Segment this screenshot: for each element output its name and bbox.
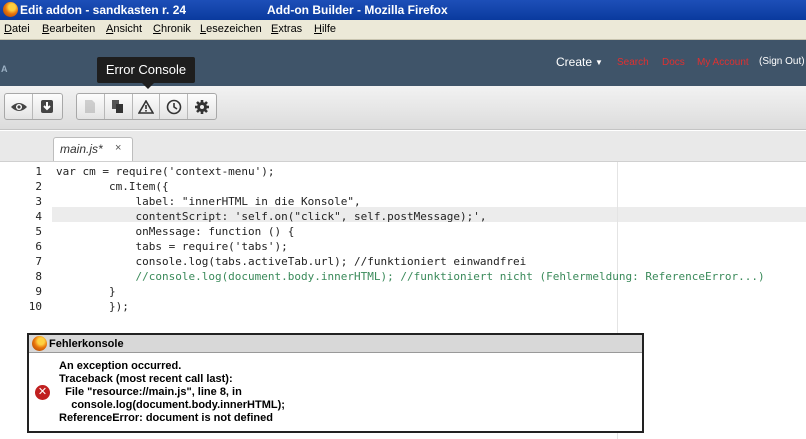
caret-down-icon: ▼ bbox=[595, 58, 603, 67]
browser-window: Edit addon - sandkasten r. 24 Add-on Bui… bbox=[0, 0, 806, 439]
code-line: cm.Item({ bbox=[56, 180, 169, 193]
download-icon bbox=[41, 100, 53, 113]
line-number: 9 bbox=[35, 285, 42, 298]
toolbar-group-tools bbox=[76, 93, 217, 120]
error-message-line: ReferenceError: document is not defined bbox=[59, 412, 273, 424]
copy-icon bbox=[112, 100, 124, 113]
code-line: onMessage: function () { bbox=[56, 225, 295, 238]
code-line: //console.log(document.body.innerHTML); … bbox=[56, 270, 765, 283]
download-button[interactable] bbox=[33, 94, 61, 119]
window-title: Edit addon - sandkasten r. 24 bbox=[20, 3, 187, 17]
menu-lesezeichen[interactable]: Lesezeichen bbox=[200, 23, 262, 35]
code-line: contentScript: 'self.on("click", self.po… bbox=[56, 210, 487, 223]
menu-extras[interactable]: Extras bbox=[271, 23, 302, 35]
line-number: 1 bbox=[35, 165, 42, 178]
new-file-button[interactable] bbox=[77, 94, 105, 119]
dialog-title-bar: Fehlerkonsole bbox=[29, 335, 642, 353]
close-icon[interactable]: × bbox=[115, 142, 121, 154]
line-number: 5 bbox=[35, 225, 42, 238]
code-line: tabs = require('tabs'); bbox=[56, 240, 288, 253]
revisions-button[interactable] bbox=[160, 94, 189, 119]
toolbar-group-view bbox=[4, 93, 63, 120]
warning-icon bbox=[137, 99, 154, 114]
line-number: 7 bbox=[35, 255, 42, 268]
document-icon bbox=[85, 100, 96, 113]
code-line: label: "innerHTML in die Konsole", bbox=[56, 195, 361, 208]
error-icon: ✕ bbox=[35, 385, 50, 400]
error-message-line: An exception occurred. bbox=[59, 360, 182, 372]
code-line: } bbox=[56, 285, 116, 298]
line-number: 10 bbox=[28, 300, 42, 313]
copy-button[interactable] bbox=[105, 94, 133, 119]
error-message-line: console.log(document.body.innerHTML); bbox=[59, 399, 285, 411]
code-line: var cm = require('context-menu'); bbox=[56, 165, 275, 178]
preview-button[interactable] bbox=[5, 94, 33, 119]
error-console-dialog: Fehlerkonsole ✕ An exception occurred. T… bbox=[27, 333, 644, 433]
header-edge-mark: A bbox=[1, 64, 8, 74]
firefox-icon bbox=[3, 2, 18, 17]
create-menu-button[interactable]: Create ▼ bbox=[556, 55, 603, 69]
error-console-button[interactable] bbox=[133, 94, 161, 119]
docs-link[interactable]: Docs bbox=[662, 57, 685, 68]
search-link[interactable]: Search bbox=[617, 57, 649, 68]
code-line: }); bbox=[56, 300, 129, 313]
menu-chronik[interactable]: Chronik bbox=[153, 23, 191, 35]
tab-label: main.js* bbox=[60, 142, 103, 156]
error-console-tooltip: Error Console bbox=[97, 57, 195, 89]
code-line: console.log(tabs.activeTab.url); //funkt… bbox=[56, 255, 527, 268]
menu-bar: Datei Bearbeiten Ansicht Chronik Lesezei… bbox=[0, 20, 806, 40]
menu-ansicht[interactable]: Ansicht bbox=[106, 23, 142, 35]
app-title: Add-on Builder - Mozilla Firefox bbox=[267, 3, 448, 17]
gear-icon bbox=[195, 99, 210, 114]
firefox-icon bbox=[32, 336, 47, 351]
error-message-line: Traceback (most recent call last): bbox=[59, 373, 233, 385]
settings-button[interactable] bbox=[188, 94, 216, 119]
editor-toolbar bbox=[0, 86, 806, 130]
sign-out-link[interactable]: (Sign Out) bbox=[759, 56, 805, 67]
dialog-title: Fehlerkonsole bbox=[49, 338, 124, 350]
clock-icon bbox=[166, 99, 182, 114]
create-label: Create bbox=[556, 55, 593, 69]
line-number: 3 bbox=[35, 195, 42, 208]
title-bar: Edit addon - sandkasten r. 24 Add-on Bui… bbox=[0, 0, 806, 20]
menu-datei[interactable]: Datei bbox=[4, 23, 30, 35]
menu-bearbeiten[interactable]: Bearbeiten bbox=[42, 23, 95, 35]
my-account-link[interactable]: My Account bbox=[697, 57, 749, 68]
menu-hilfe[interactable]: Hilfe bbox=[314, 23, 336, 35]
line-number: 8 bbox=[35, 270, 42, 283]
line-number: 2 bbox=[35, 180, 42, 193]
line-number: 6 bbox=[35, 240, 42, 253]
line-number: 4 bbox=[35, 210, 42, 223]
eye-icon bbox=[10, 102, 27, 111]
error-message-line: File "resource://main.js", line 8, in bbox=[59, 386, 242, 398]
tab-main-js[interactable]: main.js* × bbox=[53, 137, 133, 161]
